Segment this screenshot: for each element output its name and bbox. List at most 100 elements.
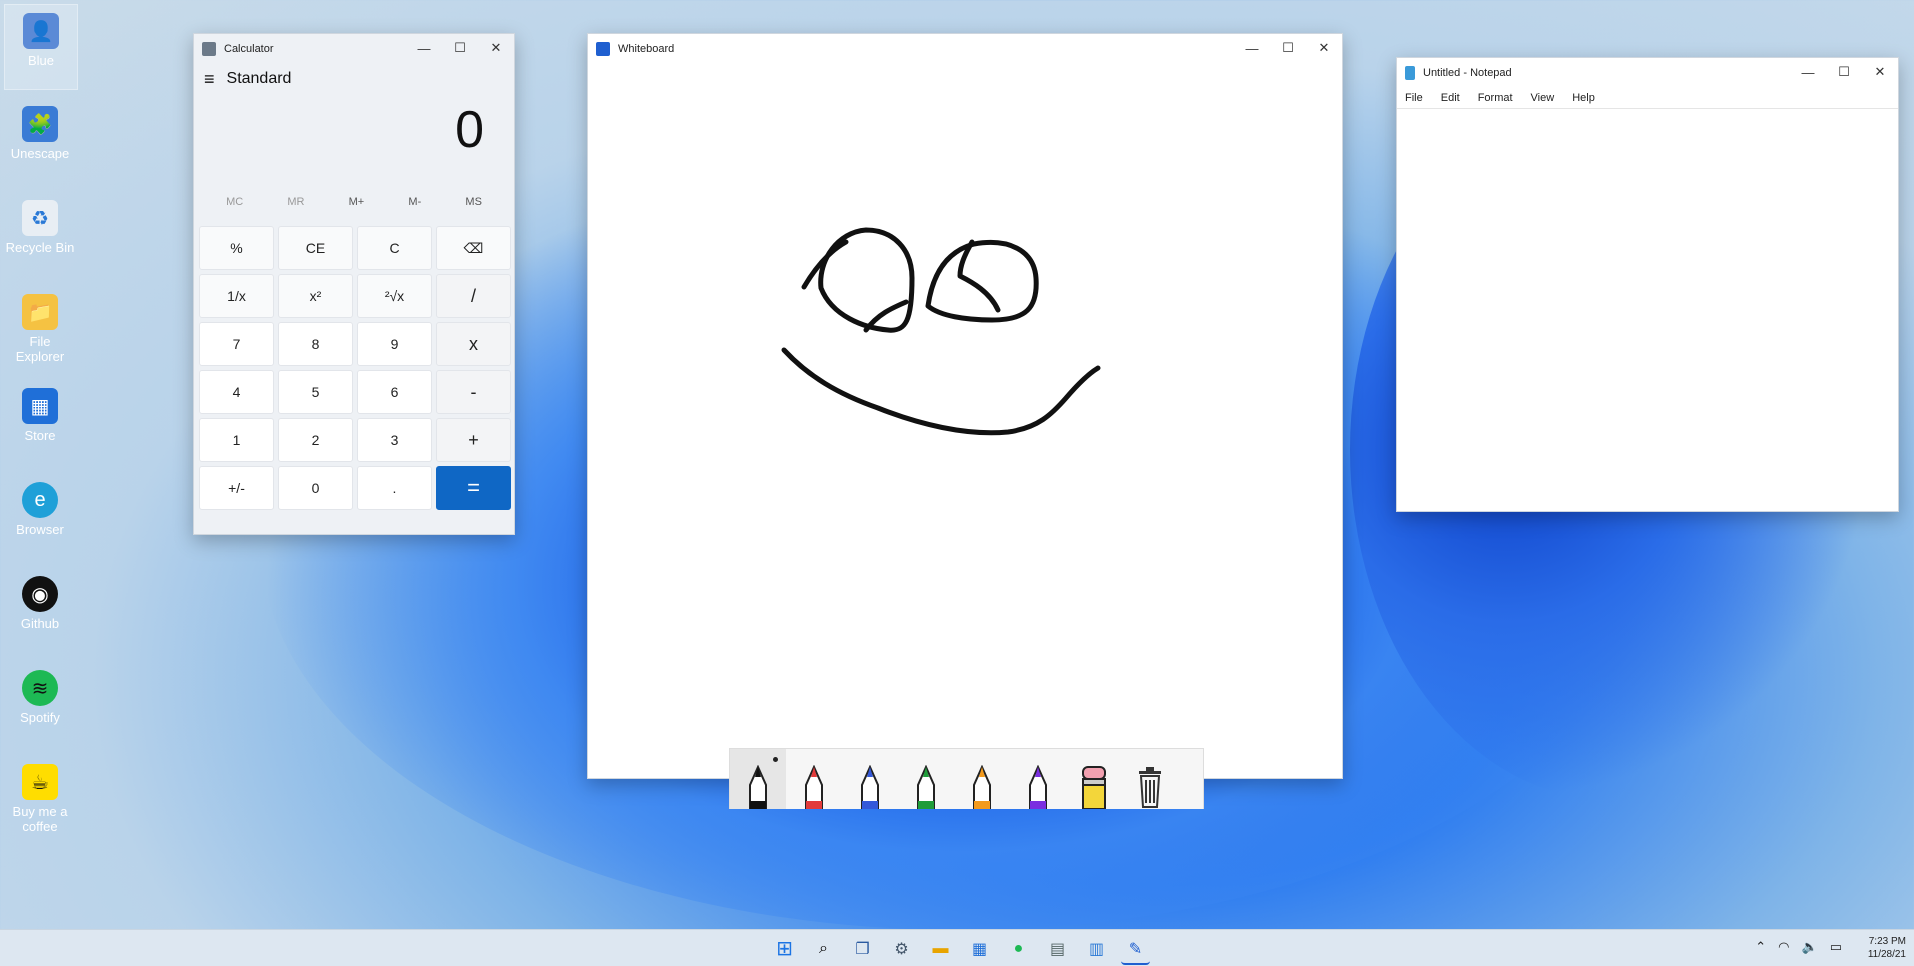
close-button[interactable]: ✕	[1862, 58, 1898, 86]
decimal-button[interactable]: .	[357, 466, 432, 510]
clock[interactable]: 7:23 PM 11/28/21	[1868, 935, 1906, 961]
clear-button[interactable]: C	[357, 226, 432, 270]
desktop-icon-store[interactable]: ▦ Store	[4, 380, 76, 443]
purple-pen-tool[interactable]	[1010, 749, 1066, 809]
square-root-button[interactable]: ²√x	[357, 274, 432, 318]
folder-icon: 📁	[22, 294, 58, 330]
window-title: Untitled - Notepad	[1423, 67, 1512, 79]
desktop-icon-github[interactable]: ◉ Github	[4, 568, 76, 631]
menu-view[interactable]: View	[1531, 92, 1555, 104]
digit-7-button[interactable]: 7	[199, 322, 274, 366]
digit-0-button[interactable]: 0	[278, 466, 353, 510]
minimize-button[interactable]: —	[1234, 34, 1270, 62]
wifi-icon[interactable]: ◠	[1778, 939, 1789, 955]
memory-add-button[interactable]: M+	[349, 196, 365, 208]
file-explorer-icon[interactable]: ▬	[926, 934, 955, 963]
menu-edit[interactable]: Edit	[1441, 92, 1460, 104]
black-pen-tool[interactable]	[730, 749, 786, 809]
calculator-display: 0	[455, 101, 484, 159]
green-pen-tool[interactable]	[898, 749, 954, 809]
blue-pen-tool[interactable]	[842, 749, 898, 809]
whiteboard-titlebar[interactable]: Whiteboard — ☐ ✕	[588, 34, 1342, 64]
reciprocal-button[interactable]: 1/x	[199, 274, 274, 318]
eraser-tool[interactable]	[1066, 749, 1122, 809]
drawing-canvas[interactable]	[588, 64, 1342, 809]
notepad-text-area[interactable]	[1397, 110, 1898, 511]
menu-file[interactable]: File	[1405, 92, 1423, 104]
calculator-app-icon	[202, 42, 216, 56]
memory-row: MC MR M+ M- MS	[194, 184, 514, 220]
clear-canvas-tool[interactable]	[1122, 749, 1178, 809]
square-button[interactable]: x²	[278, 274, 353, 318]
close-button[interactable]: ✕	[478, 34, 514, 62]
battery-icon[interactable]: ▭	[1830, 939, 1842, 955]
menu-format[interactable]: Format	[1478, 92, 1513, 104]
maximize-button[interactable]: ☐	[1270, 34, 1306, 62]
store-icon[interactable]: ▦	[965, 934, 994, 963]
digit-8-button[interactable]: 8	[278, 322, 353, 366]
desktop-icon-label: Buy me a coffee	[12, 804, 68, 834]
minimize-button[interactable]: —	[406, 34, 442, 62]
start-icon[interactable]: ⊞	[770, 934, 799, 963]
close-button[interactable]: ✕	[1306, 34, 1342, 62]
desktop-icon-spotify[interactable]: ≋ Spotify	[4, 662, 76, 725]
face-drawing	[781, 227, 1101, 436]
settings-icon[interactable]: ⚙	[887, 934, 916, 963]
desktop-icon-label: Blue	[27, 53, 55, 68]
red-pen-tool[interactable]	[786, 749, 842, 809]
backspace-button[interactable]: ⌫	[436, 226, 511, 270]
menu-help[interactable]: Help	[1572, 92, 1595, 104]
memory-store-button[interactable]: MS	[465, 196, 482, 208]
desktop-icon-blue[interactable]: 👤 Blue	[4, 4, 78, 90]
task-view-icon[interactable]: ❐	[848, 934, 877, 963]
memory-subtract-button[interactable]: M-	[408, 196, 421, 208]
volume-icon[interactable]: 🔈	[1802, 939, 1818, 955]
equals-button[interactable]: =	[436, 466, 511, 510]
negate-button[interactable]: +/-	[199, 466, 274, 510]
desktop-icon-browser[interactable]: e Browser	[4, 474, 76, 537]
calculator-window[interactable]: Calculator — ☐ ✕ ≡ Standard 0 MC MR M+ M…	[193, 33, 515, 535]
clear-entry-button[interactable]: CE	[278, 226, 353, 270]
notepad-icon[interactable]: ▥	[1082, 934, 1111, 963]
desktop-icon-buy-me-a-coffee[interactable]: ☕ Buy me a coffee	[4, 756, 76, 834]
orange-pen-tool[interactable]	[954, 749, 1010, 809]
memory-clear-button[interactable]: MC	[226, 196, 243, 208]
pen-toolbar	[729, 748, 1204, 809]
digit-1-button[interactable]: 1	[199, 418, 274, 462]
minimize-button[interactable]: —	[1790, 58, 1826, 86]
spotify-icon[interactable]: ●	[1004, 934, 1033, 963]
notepad-app-icon	[1405, 66, 1415, 80]
clock-time: 7:23 PM	[1868, 936, 1906, 947]
percent-button[interactable]: %	[199, 226, 274, 270]
hamburger-menu-icon[interactable]: ≡	[204, 69, 215, 90]
notepad-window[interactable]: Untitled - Notepad — ☐ ✕ File Edit Forma…	[1396, 57, 1899, 512]
chevron-up-icon[interactable]: ⌃	[1755, 939, 1766, 955]
digit-9-button[interactable]: 9	[357, 322, 432, 366]
whiteboard-icon[interactable]: ✎	[1121, 934, 1150, 965]
digit-6-button[interactable]: 6	[357, 370, 432, 414]
divide-button[interactable]: /	[436, 274, 511, 318]
digit-3-button[interactable]: 3	[357, 418, 432, 462]
desktop-icon-recycle-bin[interactable]: ♻ Recycle Bin	[4, 192, 76, 255]
digit-2-button[interactable]: 2	[278, 418, 353, 462]
recycle-bin-icon: ♻	[22, 200, 58, 236]
maximize-button[interactable]: ☐	[442, 34, 478, 62]
add-button[interactable]: +	[436, 418, 511, 462]
whiteboard-app-icon	[596, 42, 610, 56]
calculator-icon[interactable]: ▤	[1043, 934, 1072, 963]
digit-5-button[interactable]: 5	[278, 370, 353, 414]
desktop-icon-file-explorer[interactable]: 📁 File Explorer	[4, 286, 76, 364]
memory-recall-button[interactable]: MR	[287, 196, 304, 208]
coffee-icon: ☕	[22, 764, 58, 800]
purple-pen-icon	[1029, 765, 1047, 809]
subtract-button[interactable]: -	[436, 370, 511, 414]
maximize-button[interactable]: ☐	[1826, 58, 1862, 86]
desktop-icon-unescape[interactable]: 🧩 Unescape	[4, 98, 76, 161]
calculator-titlebar[interactable]: Calculator — ☐ ✕	[194, 34, 514, 64]
desktop-icon-label: File Explorer	[15, 334, 65, 364]
digit-4-button[interactable]: 4	[199, 370, 274, 414]
whiteboard-window[interactable]: Whiteboard — ☐ ✕	[587, 33, 1343, 809]
multiply-button[interactable]: x	[436, 322, 511, 366]
search-icon[interactable]: ⌕	[809, 934, 838, 963]
notepad-titlebar[interactable]: Untitled - Notepad — ☐ ✕	[1397, 58, 1898, 88]
